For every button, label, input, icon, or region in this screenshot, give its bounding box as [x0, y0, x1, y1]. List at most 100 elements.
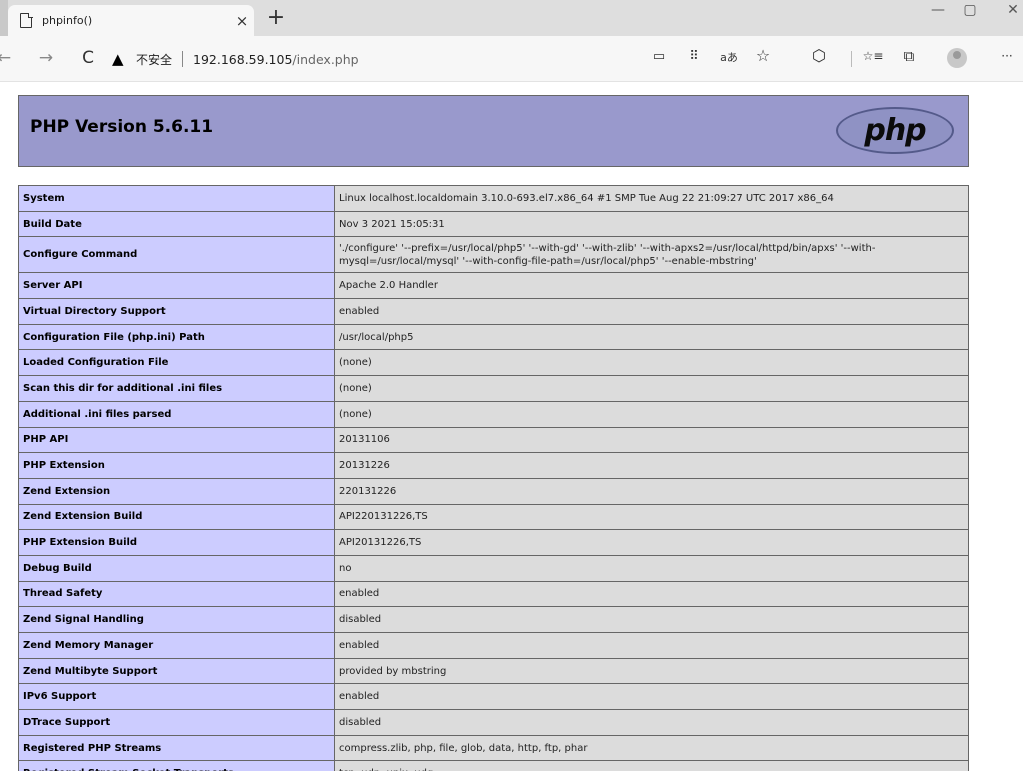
row-value: './configure' '--prefix=/usr/local/php5'…: [334, 236, 969, 274]
row-value: provided by mbstring: [334, 657, 969, 685]
table-row: System Linux localhost.localdomain 3.10.0…: [18, 185, 969, 212]
row-label: Thread Safety: [18, 580, 335, 608]
row-label: Zend Memory Manager: [18, 632, 335, 659]
row-label: Scan this dir for additional .ini files: [18, 375, 335, 402]
table-row: Zend Multibyte Support provided by mbstri…: [18, 657, 969, 685]
extensions-icon[interactable]: ⬡: [808, 46, 830, 65]
close-window-button[interactable]: ✕: [998, 2, 1023, 18]
table-row: Zend Extension 220131226: [18, 477, 969, 505]
warning-icon[interactable]: ▲: [112, 50, 130, 68]
table-row: Virtual Directory Support enabled: [18, 298, 969, 325]
row-value: enabled: [334, 632, 969, 659]
row-value: Nov 3 2021 15:05:31: [334, 210, 969, 238]
table-row: Build Date Nov 3 2021 15:05:31: [18, 210, 969, 238]
row-label: PHP API: [18, 426, 335, 454]
reload-button[interactable]: C: [76, 48, 100, 68]
table-row: Thread Safety enabled: [18, 580, 969, 608]
table-row: Configuration File (php.ini) Path/usr/lo…: [18, 323, 969, 351]
php-version-header: PHP Version 5.6.11 php: [18, 95, 969, 167]
table-row: Debug Build no: [18, 554, 969, 582]
table-row: DTrace Support disabled: [18, 709, 969, 736]
row-label: Zend Signal Handling: [18, 606, 335, 633]
tab-bar: phpinfo() × + — ▢ ✕: [0, 0, 1023, 36]
row-label: Zend Extension: [18, 477, 335, 505]
minimize-button[interactable]: —: [923, 2, 953, 18]
row-label: Zend Multibyte Support: [18, 657, 335, 685]
row-label: PHP Extension Build: [18, 529, 335, 556]
row-label: Build Date: [18, 210, 335, 238]
row-value: API20131226,TS: [334, 529, 969, 556]
phpinfo-table: System Linux localhost.localdomain 3.10.0…: [18, 185, 969, 771]
table-row: PHP API 20131106: [18, 426, 969, 454]
reading-view-icon[interactable]: ▭: [648, 49, 670, 64]
row-value: compress.zlib, php, file, glob, data, ht…: [334, 734, 969, 762]
address-separator: [182, 51, 184, 67]
tab-close-icon[interactable]: ×: [230, 12, 254, 30]
row-value: disabled: [334, 709, 969, 736]
toolbar-divider: [851, 51, 852, 67]
row-value: 220131226: [334, 477, 969, 505]
add-favorite-icon[interactable]: ☆: [752, 46, 774, 65]
url-host: 192.168.59.105: [193, 51, 293, 67]
row-label: Virtual Directory Support: [18, 298, 335, 325]
table-row: Zend Memory Manager enabled: [18, 632, 969, 659]
row-label: Registered PHP Streams: [18, 734, 335, 762]
row-value: Linux localhost.localdomain 3.10.0-693.e…: [334, 185, 969, 212]
row-label: Configuration File (php.ini) Path: [18, 323, 335, 351]
maximize-button[interactable]: ▢: [955, 2, 985, 18]
tab-title: phpinfo(): [42, 14, 93, 27]
row-label: DTrace Support: [18, 709, 335, 736]
row-value: tcp, udp, unix, udg: [334, 760, 969, 771]
apps-icon[interactable]: ⠿: [683, 49, 705, 64]
row-value: 20131226: [334, 452, 969, 479]
row-value: disabled: [334, 606, 969, 633]
forward-button[interactable]: →: [34, 48, 58, 68]
row-value: API220131226,TS: [334, 503, 969, 531]
row-label: IPv6 Support: [18, 683, 335, 711]
row-value: enabled: [334, 580, 969, 608]
url-text[interactable]: 192.168.59.105/index.php: [193, 52, 359, 67]
table-row: Zend Extension Build API220131226,TS: [18, 503, 969, 531]
security-label[interactable]: 不安全: [136, 51, 172, 68]
row-value: Apache 2.0 Handler: [334, 272, 969, 300]
table-row: PHP Extension 20131226: [18, 452, 969, 479]
back-button[interactable]: ←: [0, 48, 16, 68]
row-value: /usr/local/php5: [334, 323, 969, 351]
browser-toolbar: ← → C ▲ 不安全 192.168.59.105/index.php ▭ ⠿…: [0, 36, 1023, 82]
table-row: Scan this dir for additional .ini files(…: [18, 375, 969, 402]
row-label: Zend Extension Build: [18, 503, 335, 531]
tab-strip-edge: [0, 0, 8, 36]
row-label: Additional .ini files parsed: [18, 400, 335, 428]
page-title: PHP Version 5.6.11: [30, 117, 214, 137]
table-row: Additional .ini files parsed (none): [18, 400, 969, 428]
row-label: PHP Extension: [18, 452, 335, 479]
collections-icon[interactable]: ⧉: [898, 47, 920, 65]
php-logo: php: [836, 107, 954, 154]
new-tab-button[interactable]: +: [262, 5, 290, 30]
row-label: Loaded Configuration File: [18, 349, 335, 377]
page-content: PHP Version 5.6.11 php System Linux local…: [0, 83, 1023, 771]
page-icon: [20, 12, 33, 28]
tab-phpinfo[interactable]: phpinfo() ×: [8, 5, 254, 36]
table-row: Server API Apache 2.0 Handler: [18, 272, 969, 300]
table-row: PHP Extension Build API20131226,TS: [18, 529, 969, 556]
row-label: Server API: [18, 272, 335, 300]
translate-icon[interactable]: aあ: [718, 49, 740, 65]
table-row: IPv6 Support enabled: [18, 683, 969, 711]
row-label: Debug Build: [18, 554, 335, 582]
row-value: (none): [334, 375, 969, 402]
row-label: Registered Stream Socket Transports: [18, 760, 335, 771]
url-path: /index.php: [292, 51, 359, 67]
row-value: (none): [334, 349, 969, 377]
favorites-icon[interactable]: ☆≡: [862, 49, 884, 63]
table-row: Registered Stream Socket Transportstcp, …: [18, 760, 969, 771]
row-label: Configure Command: [18, 236, 335, 274]
more-menu-icon[interactable]: ···: [996, 49, 1018, 63]
row-value: (none): [334, 400, 969, 428]
profile-avatar[interactable]: [947, 48, 967, 68]
row-value: no: [334, 554, 969, 582]
address-bar[interactable]: ▲ 不安全 192.168.59.105/index.php: [112, 44, 622, 74]
table-row: Configure Command './configure' '--prefix…: [18, 236, 969, 274]
row-value: enabled: [334, 298, 969, 325]
row-value: enabled: [334, 683, 969, 711]
